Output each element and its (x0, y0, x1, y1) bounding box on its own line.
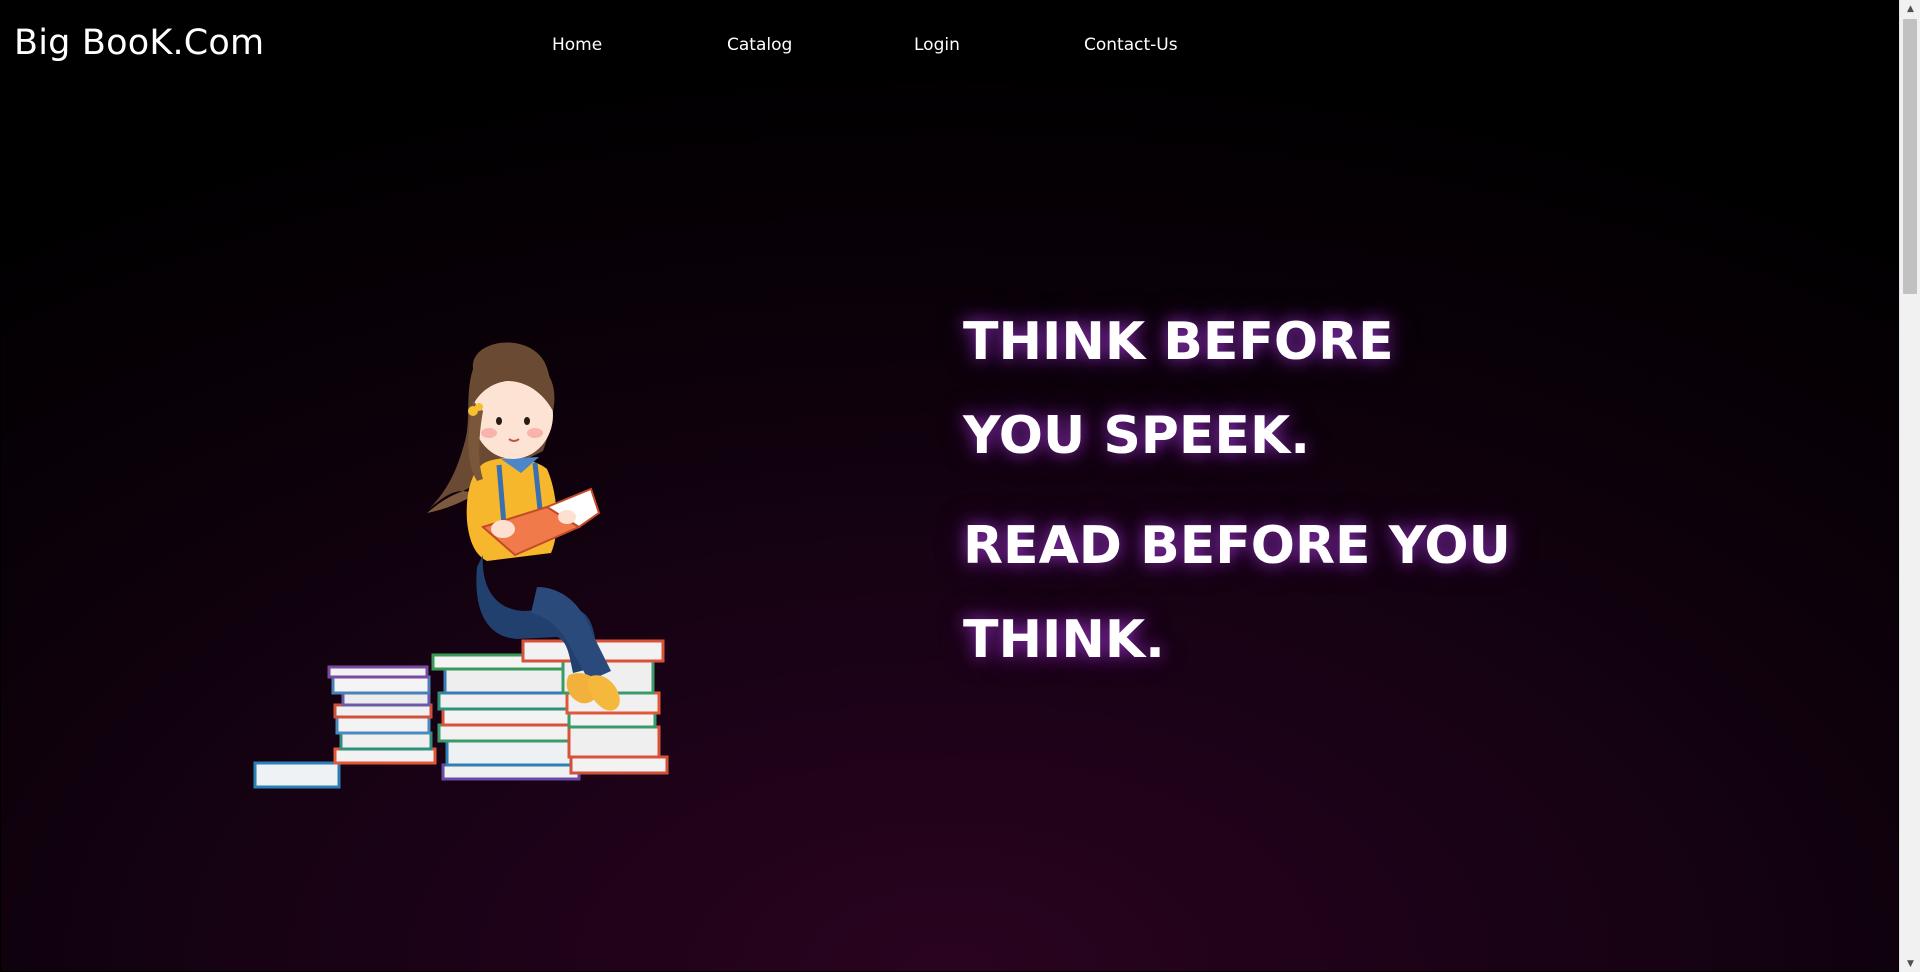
hero-heading: THINK BEFORE YOU SPEEK. READ BEFORE YOU … (963, 295, 1511, 687)
hero-line-2: YOU SPEEK. (963, 406, 1310, 466)
hero-line-3: READ BEFORE YOU (963, 516, 1511, 576)
nav-link-contact-us[interactable]: Contact-Us (1084, 35, 1178, 55)
girl-reading-illustration (253, 342, 669, 789)
scrollbar-thumb[interactable] (1903, 19, 1917, 294)
hero-line-1: THINK BEFORE (963, 312, 1394, 372)
nav-link-catalog[interactable]: Catalog (727, 35, 792, 55)
scroll-up-arrow-icon[interactable]: ▲ (1900, 0, 1920, 17)
vertical-scrollbar[interactable]: ▲ ▼ (1899, 0, 1920, 972)
main-nav: Home Catalog Login Contact-Us (1, 35, 1898, 59)
nav-link-home[interactable]: Home (552, 35, 602, 55)
scroll-down-arrow-icon[interactable]: ▼ (1900, 955, 1920, 972)
nav-link-login[interactable]: Login (914, 35, 960, 55)
hero-line-4: THINK. (963, 610, 1165, 670)
page-background: Big BooK.Com Home Catalog Login Contact-… (1, 1, 1898, 971)
